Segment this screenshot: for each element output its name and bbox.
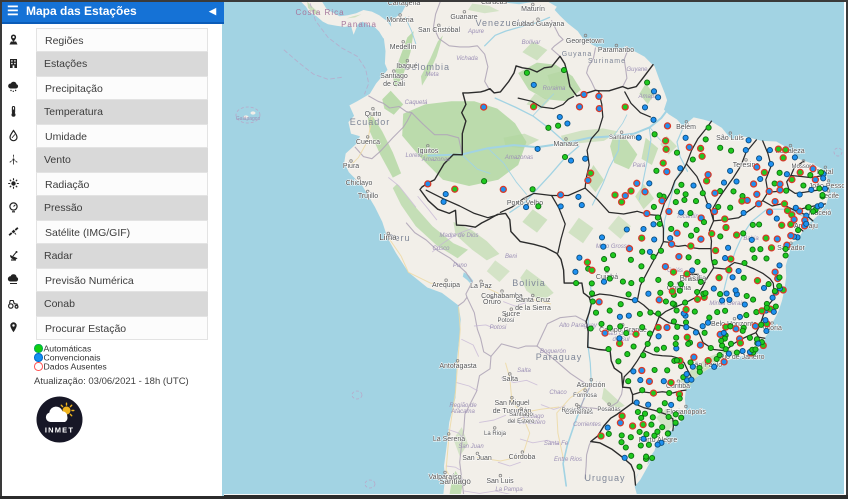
svg-text:Uruguay: Uruguay bbox=[584, 473, 625, 483]
svg-text:Salta: Salta bbox=[517, 368, 531, 374]
svg-text:de la Sierra: de la Sierra bbox=[515, 305, 551, 312]
svg-text:Belém: Belém bbox=[676, 124, 696, 131]
svg-text:Quito: Quito bbox=[365, 111, 382, 118]
svg-text:Santarém: Santarém bbox=[609, 135, 635, 141]
svg-text:del Estero: del Estero bbox=[507, 419, 535, 425]
svg-text:La Serena: La Serena bbox=[433, 436, 465, 443]
svg-text:Georgetown: Georgetown bbox=[566, 38, 604, 45]
svg-text:Iquitos: Iquitos bbox=[418, 148, 439, 155]
svg-text:Monteria: Monteria bbox=[386, 17, 413, 24]
svg-text:San Juan: San Juan bbox=[462, 455, 492, 462]
svg-text:Salta: Salta bbox=[502, 376, 518, 383]
svg-text:Florianópolis: Florianópolis bbox=[666, 409, 706, 416]
svg-text:Amazonas: Amazonas bbox=[421, 157, 450, 163]
svg-text:Córdoba: Córdoba bbox=[509, 454, 536, 461]
svg-text:Santa Cruz: Santa Cruz bbox=[515, 297, 551, 304]
svg-text:Sucre: Sucre bbox=[502, 311, 520, 318]
svg-text:Guyane: Guyane bbox=[626, 67, 648, 73]
svg-text:Pará: Pará bbox=[633, 163, 646, 169]
svg-text:San Miguel: San Miguel bbox=[494, 400, 529, 407]
svg-text:Corrientes: Corrientes bbox=[565, 410, 593, 416]
svg-text:INMET: INMET bbox=[45, 426, 74, 435]
svg-text:Minas Gerais: Minas Gerais bbox=[709, 301, 744, 307]
svg-text:Atacama: Atacama bbox=[450, 409, 475, 415]
svg-text:Potosi: Potosi bbox=[490, 325, 507, 331]
svg-text:Galápagos: Galápagos bbox=[236, 116, 261, 122]
svg-text:Santa Fe: Santa Fe bbox=[544, 441, 569, 447]
svg-text:Madre de Dios: Madre de Dios bbox=[439, 233, 478, 239]
svg-text:Formosa: Formosa bbox=[573, 393, 597, 399]
svg-text:Meta: Meta bbox=[425, 72, 439, 78]
svg-text:Piura: Piura bbox=[343, 163, 359, 170]
svg-text:Cusco: Cusco bbox=[432, 246, 450, 252]
svg-text:Oruro: Oruro bbox=[483, 299, 501, 306]
svg-text:Santiago: Santiago bbox=[380, 73, 408, 80]
svg-text:Entre Rios: Entre Rios bbox=[554, 457, 582, 463]
svg-text:Costa Rica: Costa Rica bbox=[295, 8, 344, 17]
svg-text:Medellín: Medellín bbox=[390, 44, 417, 51]
svg-text:Roraima: Roraima bbox=[543, 86, 566, 92]
svg-text:Chiclayo: Chiclayo bbox=[346, 180, 373, 187]
svg-text:Antofagasta: Antofagasta bbox=[439, 363, 476, 370]
svg-text:San Juan: San Juan bbox=[458, 444, 484, 450]
svg-text:Bolivia: Bolivia bbox=[512, 278, 546, 288]
svg-text:Caquetá: Caquetá bbox=[405, 100, 428, 106]
svg-text:Trujillo: Trujillo bbox=[358, 193, 378, 200]
svg-text:Santiago: Santiago bbox=[509, 412, 533, 418]
svg-text:Ecuador: Ecuador bbox=[350, 117, 391, 127]
svg-text:Arequipa: Arequipa bbox=[432, 282, 460, 289]
svg-text:Maturín: Maturín bbox=[521, 6, 545, 13]
svg-text:Potosí: Potosí bbox=[497, 318, 514, 324]
svg-text:Valparaíso: Valparaíso bbox=[429, 474, 462, 481]
svg-text:Guanare: Guanare bbox=[450, 14, 477, 21]
svg-text:Cuenca: Cuenca bbox=[356, 139, 380, 146]
svg-text:Paramaribo: Paramaribo bbox=[598, 47, 634, 54]
svg-text:Bolívar: Bolívar bbox=[522, 40, 542, 46]
svg-text:Salvador: Salvador bbox=[777, 245, 805, 252]
svg-text:Asunción: Asunción bbox=[577, 382, 606, 389]
svg-text:Boquerón: Boquerón bbox=[540, 349, 567, 355]
svg-text:Manaus: Manaus bbox=[554, 141, 579, 148]
svg-text:Posadas: Posadas bbox=[597, 407, 620, 413]
svg-text:Corrientes: Corrientes bbox=[573, 422, 601, 428]
svg-text:La Paz: La Paz bbox=[470, 283, 492, 290]
svg-text:Beni: Beni bbox=[505, 254, 518, 260]
svg-text:Chaco: Chaco bbox=[549, 390, 567, 396]
svg-text:Apure: Apure bbox=[467, 29, 485, 35]
svg-text:São Luís: São Luís bbox=[716, 135, 744, 142]
svg-text:Lima: Lima bbox=[379, 233, 397, 242]
svg-text:San Luis: San Luis bbox=[486, 478, 514, 485]
svg-text:Amazonas: Amazonas bbox=[504, 155, 533, 161]
svg-text:Vichada: Vichada bbox=[456, 56, 478, 62]
svg-text:Guyana: Guyana bbox=[562, 51, 593, 58]
svg-text:Puno: Puno bbox=[453, 263, 468, 269]
svg-text:de Cali: de Cali bbox=[383, 81, 405, 88]
svg-text:La Rioja: La Rioja bbox=[484, 431, 507, 437]
svg-text:La Pampa: La Pampa bbox=[495, 487, 523, 493]
svg-text:Panama: Panama bbox=[341, 20, 377, 29]
svg-text:San Cristóbal: San Cristóbal bbox=[418, 27, 460, 34]
svg-text:Ciudad Guayana: Ciudad Guayana bbox=[512, 21, 565, 28]
svg-text:João Pessoa: João Pessoa bbox=[809, 183, 848, 190]
svg-text:Ibagué: Ibagué bbox=[396, 63, 418, 70]
svg-text:Suriname: Suriname bbox=[588, 58, 626, 65]
